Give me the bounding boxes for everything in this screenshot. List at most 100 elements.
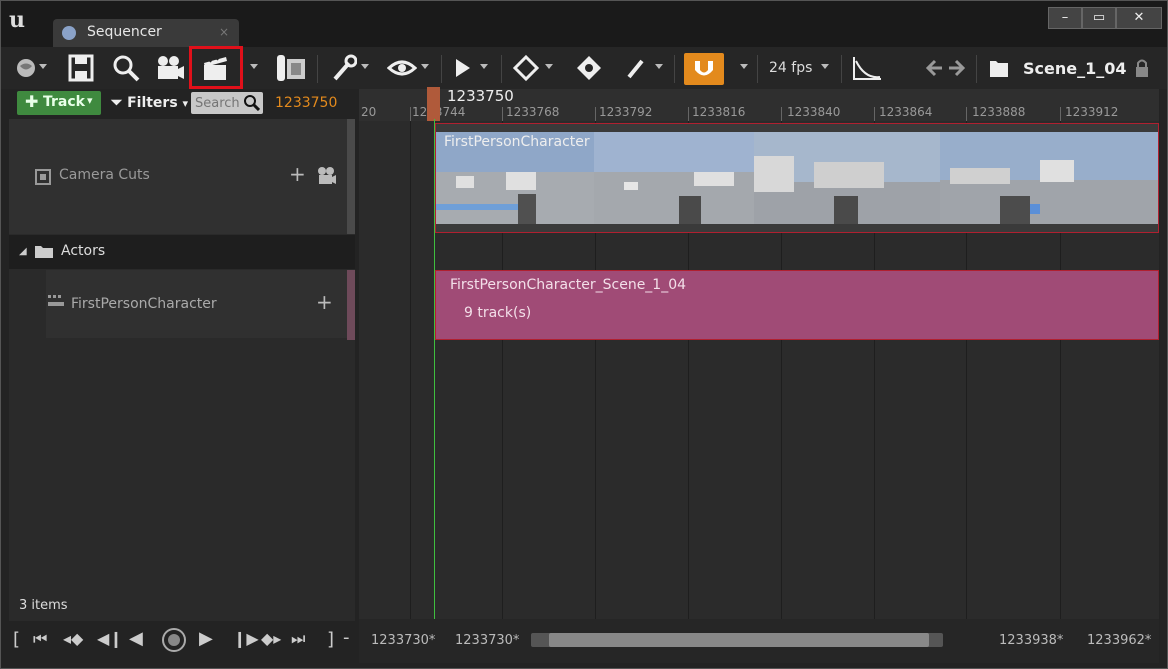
snap-toggle[interactable] — [684, 53, 724, 85]
add-icon[interactable]: + — [316, 290, 333, 314]
add-track-label: Track — [43, 94, 85, 110]
title-bar: u Sequencer × – ▭ ✕ — [1, 1, 1167, 47]
chevron-down-icon[interactable] — [545, 64, 553, 69]
filter-bar: ✚ Track ▾ ⏷ Filters ▾ 1233750 — [1, 89, 359, 119]
tree-label-camera-cuts: Camera Cuts — [59, 167, 150, 183]
funnel-icon: ⏷ — [111, 95, 123, 111]
ruler-tick-label: 1233888 — [972, 105, 1026, 119]
window-controls: – ▭ ✕ — [1048, 7, 1162, 29]
actor-row-indicator — [347, 270, 355, 340]
chevron-down-icon[interactable] — [480, 64, 488, 69]
chevron-down-icon[interactable] — [740, 64, 748, 69]
current-frame[interactable]: 1233750 — [275, 95, 337, 111]
ruler-tick-label: 1233768 — [506, 105, 560, 119]
search-field[interactable] — [191, 92, 263, 114]
key-diamond-icon[interactable] — [513, 53, 539, 83]
jump-to-end-icon[interactable]: ⏭ — [291, 629, 305, 649]
sequence-name[interactable]: Scene_1_04 — [1023, 59, 1127, 78]
back-arrow-icon[interactable] — [925, 53, 943, 83]
set-start-icon[interactable]: [ — [13, 629, 20, 650]
director-blueprint-button[interactable] — [275, 53, 307, 83]
camera-cut-section[interactable]: FirstPersonCharacter — [435, 123, 1159, 233]
pencil-icon[interactable] — [625, 53, 647, 83]
add-track-button[interactable]: ✚ Track ▾ — [17, 91, 101, 115]
actor-section[interactable]: FirstPersonCharacter_Scene_1_04 9 track(… — [435, 270, 1159, 340]
ruler-tick-label: 1233792 — [599, 105, 653, 119]
step-forward-icon[interactable]: ❙▶ — [233, 629, 259, 648]
auto-key-icon[interactable] — [575, 53, 603, 83]
ruler-tick — [966, 107, 967, 121]
add-icon[interactable]: + — [289, 162, 306, 186]
loop-icon[interactable]: - — [343, 627, 350, 648]
camera-thumbnail — [594, 132, 754, 224]
view-end-field[interactable]: 1233962* — [1087, 633, 1151, 648]
toolbar-divider — [841, 55, 842, 83]
save-button[interactable] — [67, 53, 95, 83]
find-in-browser-button[interactable] — [111, 53, 141, 83]
ruler-tick — [410, 107, 411, 121]
tree-label-first-person-character: FirstPersonCharacter — [71, 296, 217, 312]
folder-icon — [34, 242, 54, 264]
close-button[interactable]: ✕ — [1116, 7, 1162, 29]
folder-icon[interactable] — [988, 53, 1010, 83]
toolbar-divider — [501, 55, 502, 83]
lock-icon[interactable] — [1134, 53, 1150, 83]
playhead-frame: 1233750 — [447, 87, 514, 105]
camera-section-label: FirstPersonCharacter — [444, 134, 590, 150]
next-key-icon[interactable]: ◆▸ — [261, 629, 281, 648]
camera-button[interactable] — [155, 53, 185, 83]
play-reverse-icon[interactable]: ◀ — [129, 628, 143, 649]
fps-selector[interactable]: 24 fps — [769, 60, 812, 76]
ruler-tick-label: 1233912 — [1065, 105, 1119, 119]
ruler-tick — [874, 107, 875, 121]
toolbar: 24 fps Scene_1_04 — [1, 47, 1167, 89]
toolbar-divider — [317, 55, 318, 83]
tab-sequencer[interactable]: Sequencer × — [53, 19, 239, 47]
chevron-down-icon: ▾ — [182, 97, 189, 110]
chevron-down-icon[interactable] — [821, 64, 829, 69]
curve-editor-icon[interactable] — [851, 53, 883, 83]
ruler-tick — [688, 107, 689, 121]
chevron-down-icon[interactable] — [421, 64, 429, 69]
step-back-icon[interactable]: ◀❙ — [97, 629, 123, 648]
playback-start-field[interactable]: 1233730* — [455, 633, 519, 648]
chevron-down-icon[interactable] — [655, 64, 663, 69]
timeline-scrollbar-thumb[interactable] — [549, 633, 929, 647]
expand-arrow-icon[interactable]: ◢ — [19, 246, 27, 257]
playback-end-field[interactable]: 1233938* — [999, 633, 1063, 648]
tree-row-first-person-character[interactable]: FirstPersonCharacter + — [46, 270, 347, 338]
timeline-area[interactable]: FirstPersonCharacter FirstPersonCharacte… — [359, 121, 1159, 619]
set-end-icon[interactable]: ] — [327, 629, 334, 650]
toolbar-divider — [976, 55, 977, 83]
forward-arrow-icon[interactable] — [948, 53, 966, 83]
prev-key-icon[interactable]: ◂◆ — [63, 629, 83, 648]
playhead-handle[interactable] — [427, 87, 440, 121]
wrench-icon[interactable] — [331, 53, 357, 83]
ruler-tick — [781, 107, 782, 121]
sequencer-icon — [62, 26, 76, 40]
filters-button[interactable]: ⏷ Filters ▾ — [111, 95, 188, 111]
tab-close-icon[interactable]: × — [219, 25, 229, 39]
play-forward-icon[interactable]: ▶ — [199, 628, 213, 649]
eye-icon[interactable] — [387, 53, 417, 83]
search-icon[interactable] — [244, 95, 260, 111]
chevron-down-icon[interactable] — [361, 64, 369, 69]
minimize-button[interactable]: – — [1048, 7, 1082, 29]
camera-icon[interactable] — [317, 166, 337, 190]
tree-row-actors[interactable]: ◢ Actors — [9, 235, 355, 269]
play-icon[interactable] — [453, 53, 473, 83]
maximize-button[interactable]: ▭ — [1082, 7, 1116, 29]
record-icon[interactable] — [161, 627, 187, 657]
grid-line — [410, 121, 411, 619]
jump-to-start-icon[interactable]: ⏮ — [33, 629, 47, 649]
actor-icon — [48, 295, 66, 315]
world-icon[interactable] — [15, 53, 37, 83]
tree-scrollbar[interactable] — [347, 119, 355, 234]
chevron-down-icon[interactable] — [39, 64, 47, 69]
search-input[interactable] — [195, 94, 243, 112]
ruler-tick — [1060, 107, 1061, 121]
tree-row-camera-cuts[interactable]: Camera Cuts + — [9, 119, 355, 234]
ruler-tick-label: 1233816 — [692, 105, 746, 119]
chevron-down-icon[interactable] — [250, 64, 258, 69]
view-start-field[interactable]: 1233730* — [371, 633, 435, 648]
